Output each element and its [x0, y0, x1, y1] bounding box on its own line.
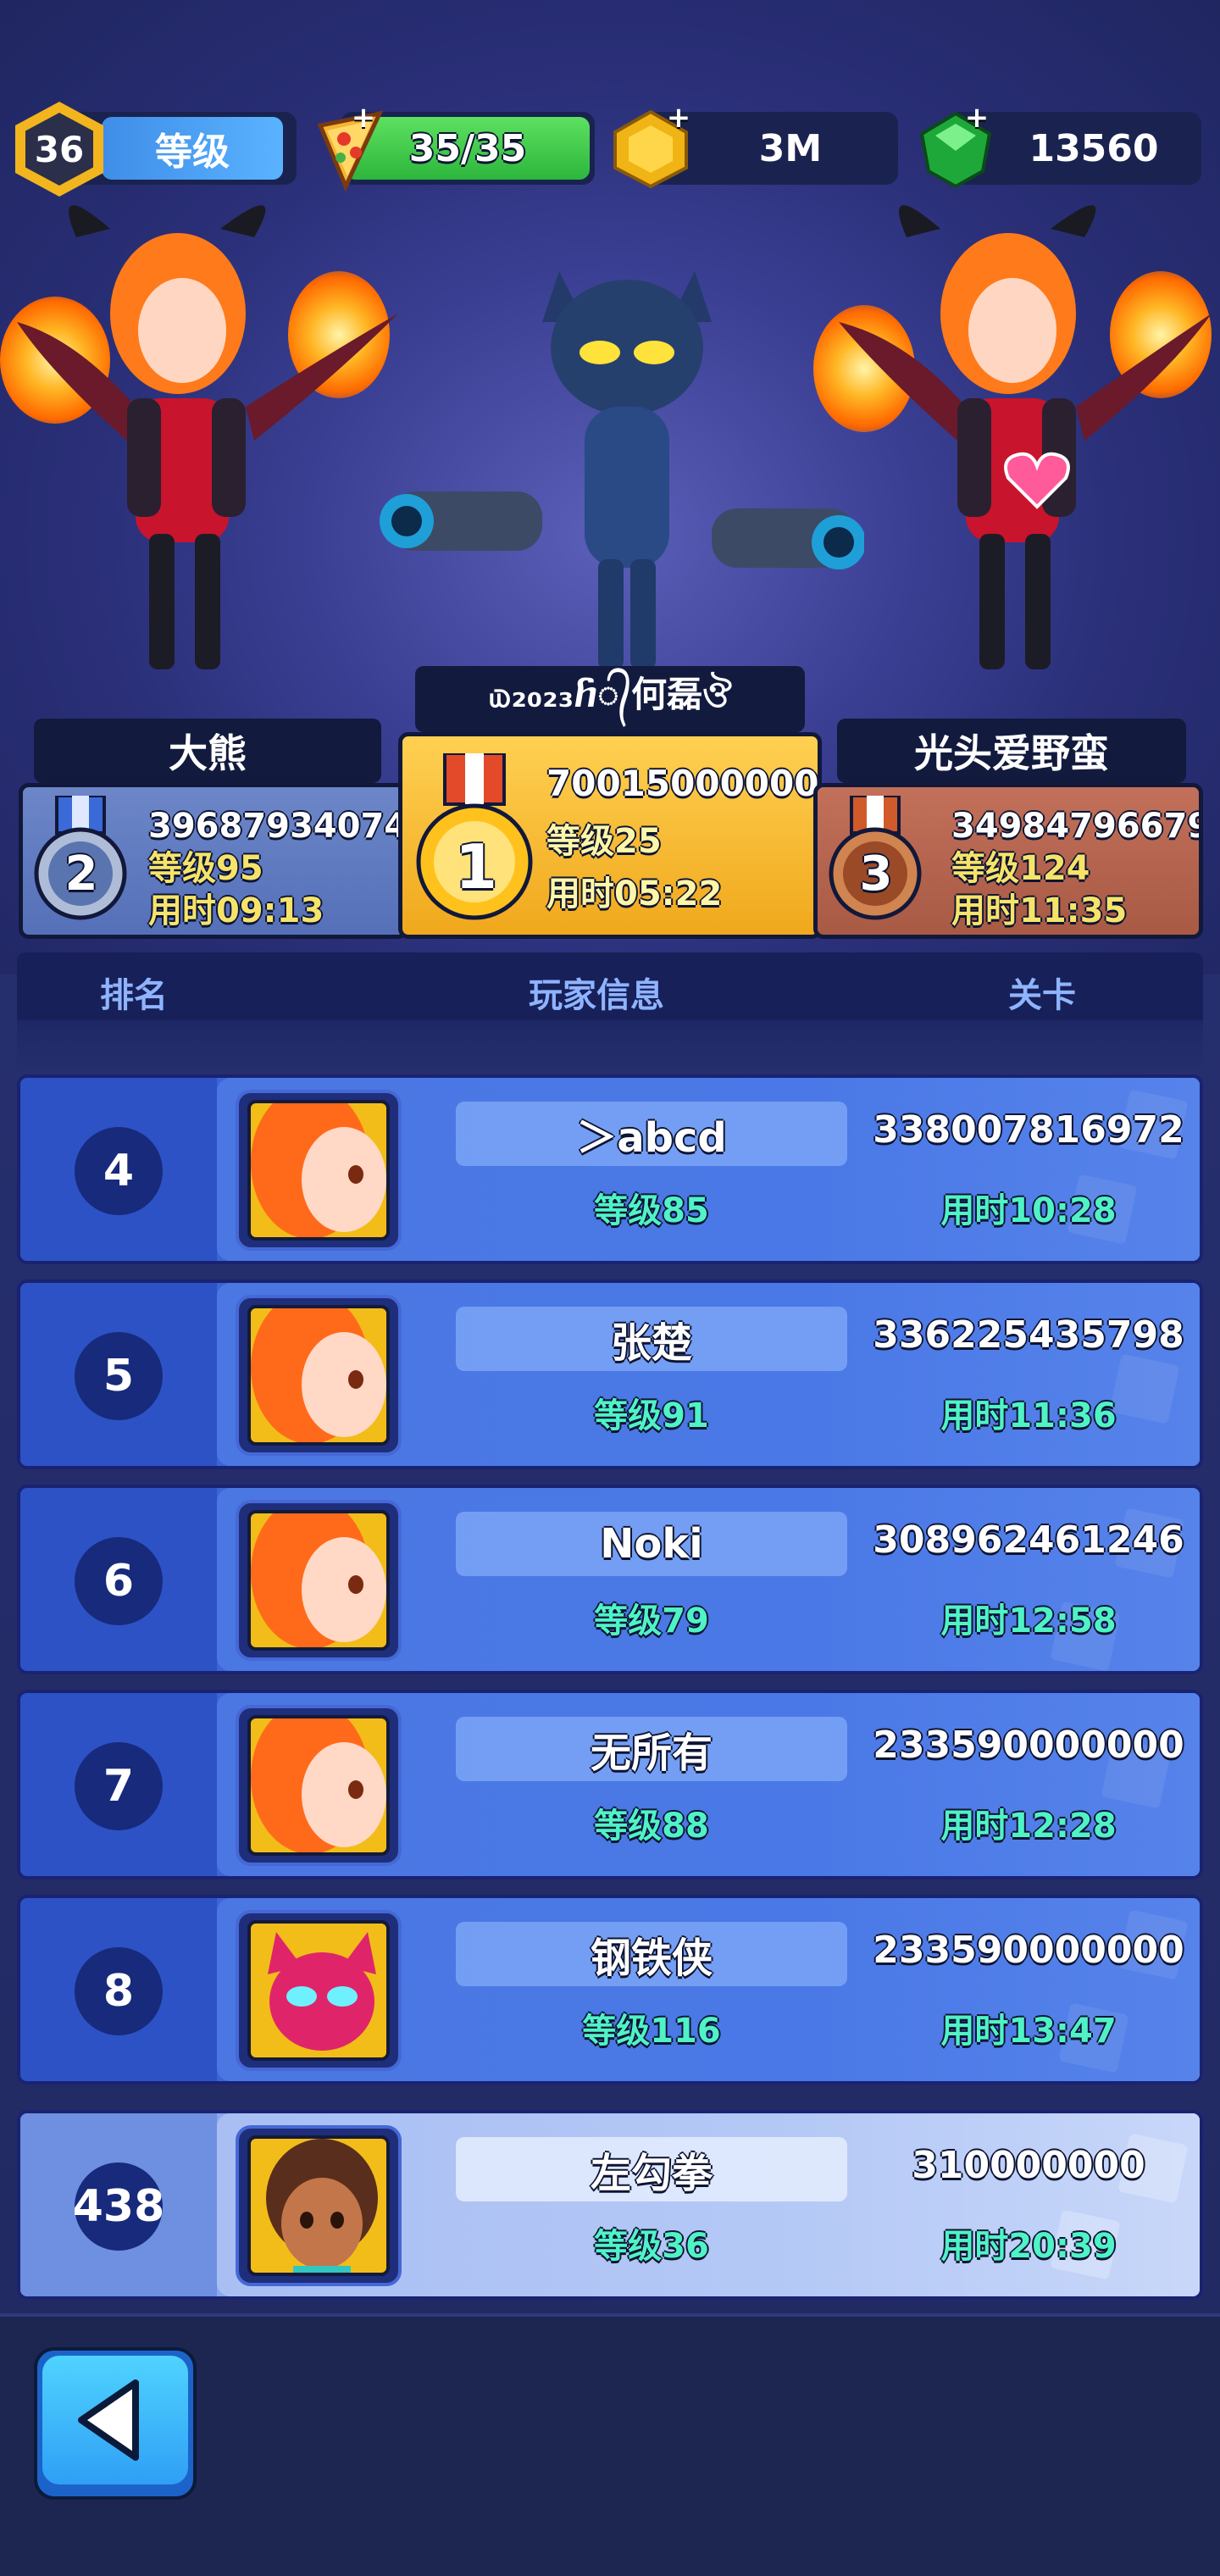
- player-avatar[interactable]: [236, 1295, 402, 1456]
- row-time: 用时12:58: [940, 1602, 1117, 1641]
- third-place-hero: [788, 186, 1220, 678]
- second-place-rank: 2: [64, 847, 98, 902]
- row-rank: 7: [75, 1742, 163, 1830]
- second-place-level: 等级95: [148, 849, 263, 888]
- second-place-name: 大熊: [34, 719, 381, 783]
- row-player-level: 等级85: [594, 1191, 709, 1230]
- second-place-time: 用时09:13: [148, 891, 324, 930]
- gem-value: 13560: [1029, 126, 1159, 170]
- add-gems-icon[interactable]: +: [962, 103, 991, 134]
- leaderboard-row[interactable]: 6 Noki 等级79 308962461246 用时12:58: [17, 1485, 1203, 1674]
- add-gold-icon[interactable]: +: [664, 103, 693, 134]
- row-rank: 6: [75, 1537, 163, 1625]
- pink-cat-hero-avatar-icon: [268, 1932, 376, 2051]
- red-hair-girl-avatar-icon: [251, 1308, 386, 1442]
- row-rank: 8: [75, 1947, 163, 2035]
- header-rank: 排名: [100, 976, 168, 1015]
- row-rank: 5: [75, 1332, 163, 1420]
- row-score: 310000000: [912, 2144, 1145, 2187]
- row-time: 用时13:47: [940, 2012, 1117, 2051]
- leaderboard-row[interactable]: 8 钢铁侠 等级116 233590000000 用时13:47: [17, 1895, 1203, 2085]
- row-player-name: 张楚: [456, 1307, 847, 1371]
- player-avatar[interactable]: [236, 1910, 402, 2071]
- header-player-info: 玩家信息: [529, 976, 664, 1015]
- row-score: 233590000000: [873, 1929, 1184, 1972]
- red-hair-girl-avatar-icon: [251, 1103, 386, 1237]
- my-rank-row[interactable]: 438 左勾拳 等级36 310000000 用时20:39: [17, 2110, 1203, 2300]
- first-place-rank: 1: [454, 831, 498, 902]
- row-time: 用时11:36: [940, 1396, 1117, 1435]
- row-score: 338007816972: [873, 1108, 1184, 1152]
- first-place-time: 用时05:22: [546, 874, 723, 913]
- row-time: 用时12:28: [940, 1807, 1117, 1846]
- row-player-level: 等级79: [594, 1602, 709, 1641]
- second-place-score: 396879340746: [148, 807, 408, 846]
- brown-hair-girl-avatar-icon: [266, 2139, 378, 2273]
- row-player-name: ＞abcd: [456, 1102, 847, 1166]
- row-player-level: 等级91: [594, 1396, 709, 1435]
- leaderboard-row[interactable]: 4 ＞abcd 等级85 338007816972 用时10:28: [17, 1074, 1203, 1264]
- row-player-level: 等级88: [594, 1807, 709, 1846]
- second-place-card[interactable]: 2 396879340746 等级95 用时09:13: [19, 783, 408, 939]
- row-score: 336225435798: [873, 1313, 1184, 1357]
- leaderboard-row[interactable]: 5 张楚 等级91 336225435798 用时11:36: [17, 1280, 1203, 1469]
- first-place-score: 700150000000: [546, 763, 822, 804]
- back-button[interactable]: [34, 2347, 197, 2500]
- row-score: 233590000000: [873, 1724, 1184, 1767]
- row-score: 308962461246: [873, 1518, 1184, 1562]
- header-divider: [17, 1020, 1203, 1071]
- player-avatar[interactable]: [236, 1090, 402, 1251]
- header-stage: 关卡: [1008, 976, 1076, 1015]
- row-player-name: 左勾拳: [456, 2137, 847, 2201]
- back-arrow-icon: [78, 2379, 139, 2461]
- third-place-score: 349847966794: [951, 807, 1199, 846]
- row-time: 用时20:39: [940, 2227, 1117, 2266]
- row-player-name: 钢铁侠: [456, 1922, 847, 1986]
- first-place-level: 等级25: [546, 822, 662, 861]
- first-place-card[interactable]: 1 700150000000 等级25 用时05:22: [398, 732, 822, 939]
- first-place-name: ௰₂₀₂₃ⴌ᭄何磊ঔ: [415, 666, 805, 732]
- player-avatar[interactable]: [236, 1705, 402, 1866]
- leaderboard-row[interactable]: 7 无所有 等级88 233590000000 用时12:28: [17, 1690, 1203, 1879]
- third-place-card[interactable]: 3 349847966794 等级124 用时11:35: [813, 783, 1203, 939]
- leaderboard-header: 排名 玩家信息 关卡: [17, 952, 1203, 1020]
- add-energy-icon[interactable]: +: [349, 103, 378, 134]
- row-player-level: 等级36: [594, 2227, 709, 2266]
- third-place-name: 光头爱野蛮: [837, 719, 1186, 783]
- row-player-level: 等级116: [582, 2012, 721, 2051]
- third-place-rank: 3: [859, 847, 893, 902]
- row-player-name: Noki: [456, 1512, 847, 1576]
- third-place-level: 等级124: [951, 849, 1090, 888]
- red-hair-girl-avatar-icon: [251, 1513, 386, 1647]
- heart-icon: [1004, 452, 1070, 509]
- row-rank: 4: [75, 1127, 163, 1215]
- row-rank: 438: [73, 2162, 164, 2251]
- player-avatar[interactable]: [236, 1500, 402, 1661]
- level-label: 等级: [102, 117, 283, 180]
- row-player-name: 无所有: [456, 1717, 847, 1781]
- red-hair-girl-avatar-icon: [251, 1718, 386, 1852]
- player-avatar[interactable]: [236, 2125, 402, 2286]
- third-place-time: 用时11:35: [951, 891, 1128, 930]
- row-time: 用时10:28: [940, 1191, 1117, 1230]
- gold-value: 3M: [758, 126, 823, 170]
